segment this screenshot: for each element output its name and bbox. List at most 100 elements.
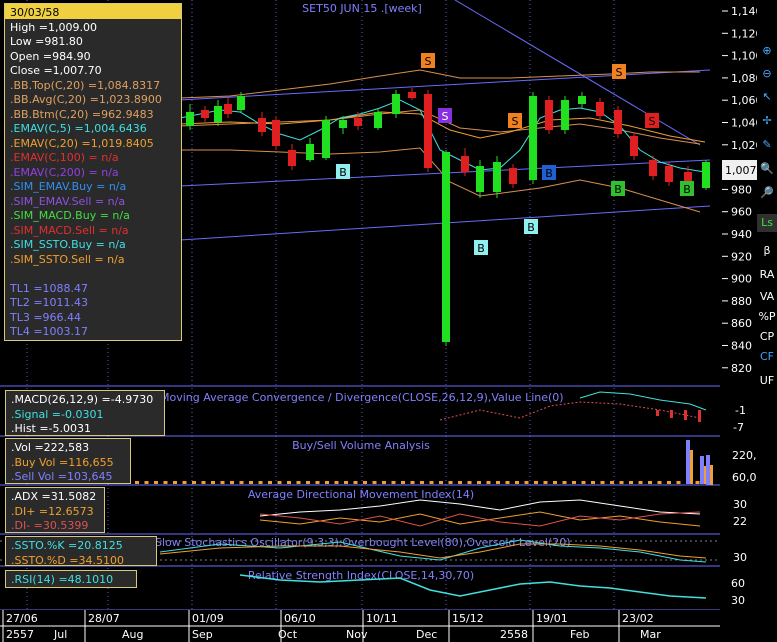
info-row: Open =984.90 bbox=[10, 49, 91, 63]
sell-signal-label: S bbox=[616, 66, 623, 79]
info-row: .EMAV(C,20) =1,019.8405 bbox=[10, 136, 154, 150]
candle-body[interactable] bbox=[578, 96, 586, 104]
svg-text:30: 30 bbox=[733, 551, 747, 564]
info-row: .EMAV(C,200) = n/a bbox=[10, 165, 119, 179]
price-tick-label: 940 bbox=[731, 228, 752, 241]
svg-text:22: 22 bbox=[733, 515, 747, 528]
svg-text:30: 30 bbox=[733, 498, 747, 511]
month-label: Dec bbox=[416, 628, 437, 641]
candle-body[interactable] bbox=[322, 120, 330, 158]
ls-icon[interactable]: Ls bbox=[757, 214, 777, 232]
info-row: .ADX =31.5082 bbox=[11, 490, 97, 503]
candle-body[interactable] bbox=[476, 166, 484, 192]
magnify-minus-icon[interactable]: 🔎 bbox=[757, 184, 777, 202]
info-row: .BB.Avg(C,20) =1,023.8900 bbox=[10, 93, 162, 106]
ema-buy-signal-label: B bbox=[545, 167, 553, 180]
candle-body[interactable] bbox=[374, 112, 382, 128]
info-row: .RSI(14) =48.1010 bbox=[11, 573, 114, 586]
info-row: .Vol =222,583 bbox=[11, 441, 90, 454]
macd-title: Moving Average Convergence / Divergence(… bbox=[160, 391, 564, 404]
month-label: Mar bbox=[640, 628, 661, 641]
candle-body[interactable] bbox=[649, 160, 657, 176]
macd-info-box: .MACD(26,12,9) =-4.9730 .Signal =-0.0301.… bbox=[5, 390, 165, 436]
magnify-plus-icon[interactable]: 🔍 bbox=[757, 160, 777, 178]
price-tick-label: 840 bbox=[731, 340, 752, 353]
month-label: Aug bbox=[122, 628, 143, 641]
candle-body[interactable] bbox=[442, 152, 450, 342]
rsi-panel[interactable]: Relative Strength Index(CLOSE,14,30,70) … bbox=[239, 569, 745, 607]
info-row: TL3 =966.44 bbox=[10, 310, 82, 324]
candle-body[interactable] bbox=[354, 118, 362, 126]
volume-bar bbox=[700, 456, 704, 484]
date-label: 19/01 bbox=[536, 612, 568, 625]
candle-body[interactable] bbox=[201, 110, 209, 118]
date-label: 28/07 bbox=[88, 612, 120, 625]
candle-body[interactable] bbox=[545, 100, 553, 130]
beta-icon[interactable]: β bbox=[757, 242, 777, 260]
month-label: 2558 bbox=[500, 628, 528, 641]
info-row: TL2 =1011.43 bbox=[10, 296, 89, 309]
candle-body[interactable] bbox=[214, 106, 222, 122]
candle-body[interactable] bbox=[630, 136, 638, 156]
percent-p-icon[interactable]: %P bbox=[757, 308, 777, 326]
price-tick-label: 980 bbox=[731, 183, 752, 196]
candle-body[interactable] bbox=[224, 104, 232, 114]
adx-panel[interactable]: Average Directional Movement Index(14) 3… bbox=[248, 488, 747, 528]
price-info-box: 30/03/58 High =1,009.00 Low =981.80 Open =… bbox=[4, 3, 182, 341]
info-row: TL4 =1003.17 bbox=[10, 325, 89, 338]
rsi-info-box: .RSI(14) =48.1010 bbox=[5, 570, 137, 588]
macd-buy-signal-label: B bbox=[683, 183, 691, 196]
candle-body[interactable] bbox=[529, 96, 537, 180]
cp-icon[interactable]: CP bbox=[757, 328, 777, 346]
zoom-out-icon[interactable]: ⊖ bbox=[757, 65, 777, 83]
candle-body[interactable] bbox=[306, 144, 314, 160]
va-icon[interactable]: VA bbox=[757, 288, 777, 306]
candle-body[interactable] bbox=[493, 162, 501, 192]
candle-body[interactable] bbox=[461, 156, 469, 172]
info-row: .Sell Vol =103,645 bbox=[11, 470, 113, 483]
info-date: 30/03/58 bbox=[10, 6, 60, 19]
volume-panel[interactable]: Buy/Sell Volume Analysis 220,0 60,00 bbox=[135, 439, 764, 485]
candle-body[interactable] bbox=[596, 102, 604, 116]
candle-body[interactable] bbox=[561, 100, 569, 130]
candle-body[interactable] bbox=[288, 150, 296, 166]
candle-body[interactable] bbox=[339, 120, 347, 128]
zoom-in-icon[interactable]: ⊕ bbox=[757, 42, 777, 60]
info-row: .DI+ =12.6573 bbox=[11, 504, 94, 518]
ra-icon[interactable]: RA bbox=[757, 266, 777, 284]
eraser-icon[interactable]: ✎ bbox=[757, 136, 777, 154]
volume-bar bbox=[686, 440, 690, 484]
date-axis: 27/06 28/07 01/09 06/10 10/11 15/12 19/01 23/02… bbox=[0, 610, 757, 642]
info-row: .Buy Vol =116,655 bbox=[11, 455, 114, 469]
cursor-icon[interactable]: ↖ bbox=[757, 88, 777, 106]
candle-body[interactable] bbox=[258, 118, 266, 132]
sell-signal-label: S bbox=[512, 115, 519, 128]
month-label: Oct bbox=[278, 628, 298, 641]
info-row: .SIM_MACD.Sell = n/a bbox=[10, 223, 129, 237]
chart-window: { "chart": {"title": "SET50 JUN 15 .[wee… bbox=[0, 0, 777, 642]
info-row: TL1 =1088.47 bbox=[10, 281, 89, 295]
info-row: .EMAV(C,5) =1,004.6436 bbox=[10, 122, 147, 135]
crosshair-icon[interactable]: ✢ bbox=[757, 112, 777, 130]
month-label: 2557 bbox=[6, 628, 34, 641]
candle-body[interactable] bbox=[665, 166, 673, 182]
candle-body[interactable] bbox=[408, 92, 416, 98]
macd-sell-signal-label: S bbox=[649, 115, 656, 128]
info-row: .Hist =-5.0031 bbox=[11, 422, 92, 435]
candle-body[interactable] bbox=[702, 162, 710, 188]
candle-body[interactable] bbox=[272, 120, 280, 146]
macd-panel[interactable]: Moving Average Convergence / Divergence(… bbox=[160, 391, 746, 434]
cf-icon[interactable]: CF bbox=[757, 348, 777, 366]
month-label: Feb bbox=[570, 628, 589, 641]
candle-body[interactable] bbox=[186, 112, 194, 126]
candle-body[interactable] bbox=[237, 96, 245, 110]
candle-body[interactable] bbox=[614, 110, 622, 134]
info-row: .SIM_SSTO.Buy = n/a bbox=[10, 238, 126, 251]
info-row: .MACD(26,12,9) =-4.9730 bbox=[11, 393, 154, 406]
candle-body[interactable] bbox=[424, 94, 432, 168]
right-toolbar: ⊕ ⊖ ↖ ✢ ✎ 🔍 🔎 Ls β RA VA %P CP CF UF bbox=[757, 0, 777, 642]
month-label: Sep bbox=[192, 628, 213, 641]
candle-body[interactable] bbox=[509, 168, 517, 184]
candle-body[interactable] bbox=[392, 94, 400, 114]
uf-icon[interactable]: UF bbox=[757, 372, 777, 390]
